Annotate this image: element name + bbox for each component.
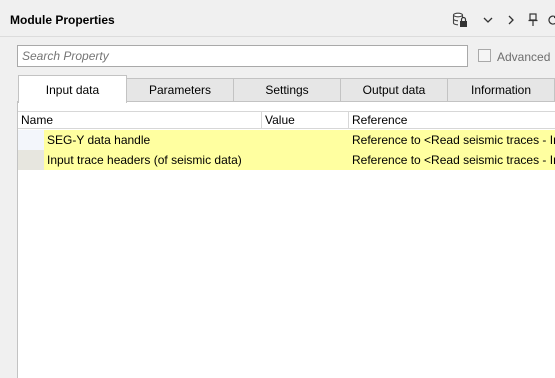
table-header: Name Value Reference [18, 111, 555, 129]
tab-settings[interactable]: Settings [233, 78, 341, 101]
tab-label: Settings [265, 83, 309, 97]
tab-parameters[interactable]: Parameters [126, 78, 234, 101]
database-lock-icon[interactable] [451, 11, 469, 29]
column-header-reference[interactable]: Reference [349, 112, 555, 129]
row-reference: Reference to <Read seismic traces - Inp [352, 153, 555, 167]
advanced-label: Advanced [497, 50, 551, 64]
pin-icon[interactable] [524, 11, 542, 29]
row-reference: Reference to <Read seismic traces - Inp [352, 133, 555, 147]
search-property-input[interactable] [17, 45, 468, 67]
tab-output-data[interactable]: Output data [340, 78, 448, 101]
row-value[interactable] [264, 150, 347, 170]
refresh-icon[interactable] [544, 11, 555, 29]
row-value[interactable] [264, 130, 347, 150]
tab-label: Input data [45, 82, 100, 97]
column-header-value[interactable]: Value [262, 112, 349, 129]
tab-information[interactable]: Information [447, 78, 555, 101]
chevron-right-icon[interactable] [502, 11, 520, 29]
tab-input-data[interactable]: Input data [18, 75, 127, 103]
tab-label: Output data [362, 83, 426, 97]
advanced-checkbox[interactable] [478, 49, 491, 62]
row-name: SEG-Y data handle [47, 133, 151, 147]
tab-label: Parameters [148, 83, 212, 97]
panel-title: Module Properties [10, 13, 115, 27]
column-header-name[interactable]: Name [18, 112, 262, 129]
row-gutter [18, 150, 44, 170]
row-name: Input trace headers (of seismic data) [47, 153, 242, 167]
row-gutter [18, 130, 44, 150]
table-row[interactable]: SEG-Y data handle Reference to <Read sei… [18, 130, 555, 150]
table-row[interactable]: Input trace headers (of seismic data) Re… [18, 150, 555, 170]
tab-label: Information [470, 83, 532, 97]
chevron-down-icon[interactable] [479, 11, 497, 29]
